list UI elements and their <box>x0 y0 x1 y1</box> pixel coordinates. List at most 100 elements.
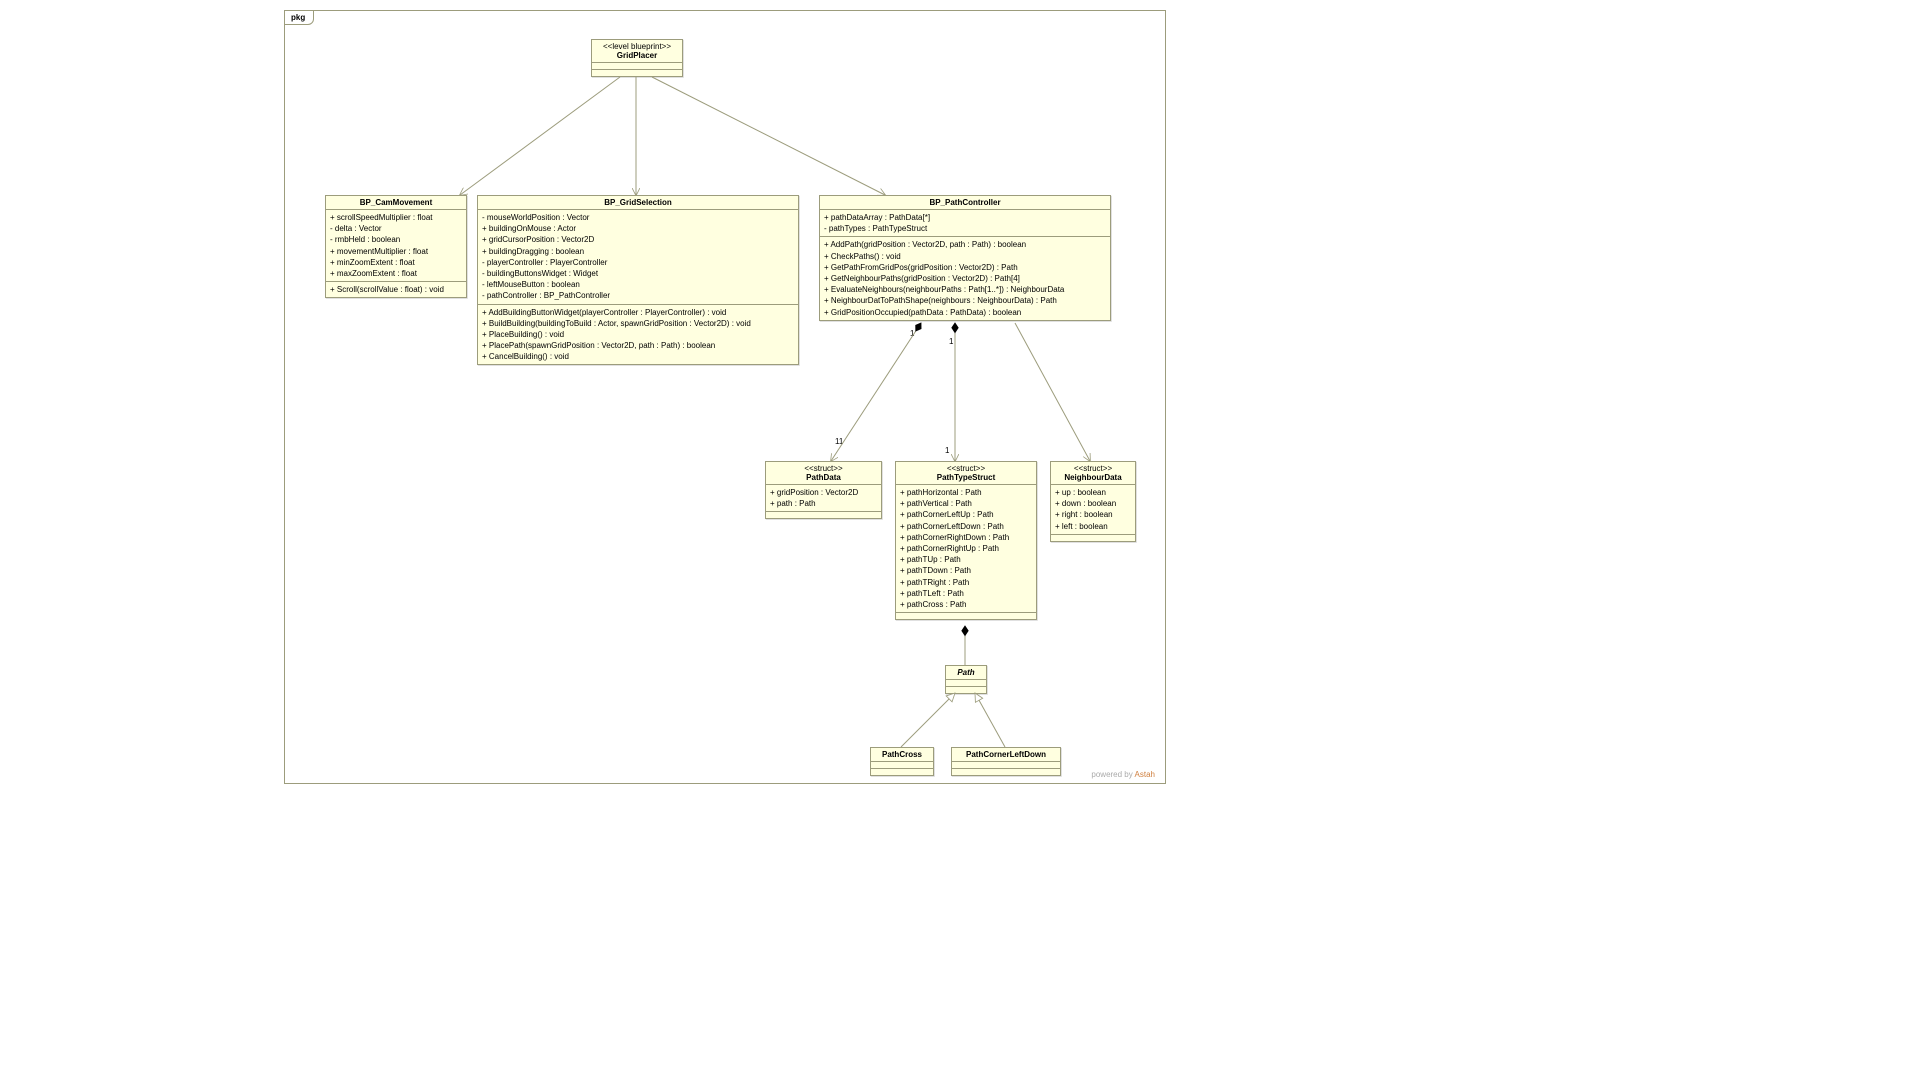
ops-section <box>1051 535 1135 541</box>
powered-prefix: powered by <box>1091 770 1134 779</box>
attr-row: + up : boolean <box>1055 487 1131 498</box>
class-header: Path <box>946 666 986 680</box>
attr-row: + pathCornerRightDown : Path <box>900 532 1032 543</box>
attr-row: + pathDataArray : PathData[*] <box>824 212 1106 223</box>
multiplicity-label: 1 <box>949 337 953 346</box>
attr-row: + pathTLeft : Path <box>900 588 1032 599</box>
op-row: + PlacePath(spawnGridPosition : Vector2D… <box>482 340 794 351</box>
op-row: + EvaluateNeighbours(neighbourPaths : Pa… <box>824 284 1106 295</box>
attr-row: + pathHorizontal : Path <box>900 487 1032 498</box>
op-row: + BuildBuilding(buildingToBuild : Actor,… <box>482 318 794 329</box>
ops-section <box>946 687 986 693</box>
class-pathdata[interactable]: <<struct>> PathData + gridPosition : Vec… <box>765 461 882 519</box>
multiplicity-label: 11 <box>835 437 843 446</box>
multiplicity-label: 1 <box>910 329 914 338</box>
ops-section <box>896 613 1036 619</box>
attr-row: - rmbHeld : boolean <box>330 234 462 245</box>
class-pathcornerleftdown[interactable]: PathCornerLeftDown <box>951 747 1061 776</box>
attr-row: + right : boolean <box>1055 509 1131 520</box>
class-name: GridPlacer <box>596 51 678 60</box>
assoc-gridplacer-cam <box>460 77 620 195</box>
class-header: <<struct>> NeighbourData <box>1051 462 1135 485</box>
attr-row: + pathTDown : Path <box>900 565 1032 576</box>
attr-row: + pathCornerLeftUp : Path <box>900 509 1032 520</box>
powered-by-label: powered by Astah <box>1091 770 1155 779</box>
attrs-section: + pathDataArray : PathData[*] - pathType… <box>820 210 1110 237</box>
ops-section <box>766 512 881 518</box>
attrs-section: - mouseWorldPosition : Vector + building… <box>478 210 798 305</box>
attrs-section <box>871 762 933 769</box>
attrs-section: + scrollSpeedMultiplier : float - delta … <box>326 210 466 282</box>
attr-row: - mouseWorldPosition : Vector <box>482 212 794 223</box>
stereotype-label: <<struct>> <box>900 464 1032 473</box>
attr-row: + pathCross : Path <box>900 599 1032 610</box>
class-header: BP_PathController <box>820 196 1110 210</box>
attrs-section <box>946 680 986 687</box>
powered-name: Astah <box>1135 770 1155 779</box>
attr-row: + pathCornerRightUp : Path <box>900 543 1032 554</box>
op-row: + AddPath(gridPosition : Vector2D, path … <box>824 239 1106 250</box>
class-name: Path <box>950 668 982 677</box>
class-name: BP_GridSelection <box>482 198 794 207</box>
attr-row: + minZoomExtent : float <box>330 257 462 268</box>
class-header: <<level blueprint>> GridPlacer <box>592 40 682 63</box>
attrs-section <box>952 762 1060 769</box>
attr-row: + pathTRight : Path <box>900 577 1032 588</box>
class-neighbourdata[interactable]: <<struct>> NeighbourData + up : boolean … <box>1050 461 1136 542</box>
connectors-svg <box>285 11 1165 783</box>
assoc-gridplacer-pathctrl <box>652 77 885 195</box>
attr-row: + pathCornerLeftDown : Path <box>900 521 1032 532</box>
ops-section: + AddPath(gridPosition : Vector2D, path … <box>820 237 1110 319</box>
diagram-canvas: pkg <<level blueprint>> GridPlacer BP_Ca… <box>0 0 1920 1080</box>
gen-pathcross-path <box>901 693 955 747</box>
attr-row: + down : boolean <box>1055 498 1131 509</box>
class-pathcross[interactable]: PathCross <box>870 747 934 776</box>
op-row: + Scroll(scrollValue : float) : void <box>330 284 462 295</box>
attr-row: - pathController : BP_PathController <box>482 290 794 301</box>
class-pathcontroller[interactable]: BP_PathController + pathDataArray : Path… <box>819 195 1111 321</box>
class-name: PathData <box>770 473 877 482</box>
class-name: PathCornerLeftDown <box>956 750 1056 759</box>
class-header: BP_GridSelection <box>478 196 798 210</box>
attr-row: + pathVertical : Path <box>900 498 1032 509</box>
op-row: + GetPathFromGridPos(gridPosition : Vect… <box>824 262 1106 273</box>
ops-section: + AddBuildingButtonWidget(playerControll… <box>478 305 798 365</box>
class-header: PathCross <box>871 748 933 762</box>
class-name: BP_CamMovement <box>330 198 462 207</box>
ops-section: + Scroll(scrollValue : float) : void <box>326 282 466 297</box>
class-path[interactable]: Path <box>945 665 987 694</box>
attr-row: - pathTypes : PathTypeStruct <box>824 223 1106 234</box>
class-gridselection[interactable]: BP_GridSelection - mouseWorldPosition : … <box>477 195 799 365</box>
class-pathtypestruct[interactable]: <<struct>> PathTypeStruct + pathHorizont… <box>895 461 1037 620</box>
attrs-section: + up : boolean + down : boolean + right … <box>1051 485 1135 535</box>
op-row: + CancelBuilding() : void <box>482 351 794 362</box>
package-tab: pkg <box>284 10 314 25</box>
attr-row: + pathTUp : Path <box>900 554 1032 565</box>
stereotype-label: <<level blueprint>> <box>596 42 678 51</box>
op-row: + CheckPaths() : void <box>824 251 1106 262</box>
class-header: BP_CamMovement <box>326 196 466 210</box>
multiplicity-label: 1 <box>945 446 949 455</box>
attr-row: + left : boolean <box>1055 521 1131 532</box>
attrs-section: + gridPosition : Vector2D + path : Path <box>766 485 881 512</box>
attr-row: + path : Path <box>770 498 877 509</box>
stereotype-label: <<struct>> <box>770 464 877 473</box>
attr-row: + buildingOnMouse : Actor <box>482 223 794 234</box>
class-header: <<struct>> PathTypeStruct <box>896 462 1036 485</box>
attr-row: + gridPosition : Vector2D <box>770 487 877 498</box>
ops-section <box>592 70 682 76</box>
class-name: PathTypeStruct <box>900 473 1032 482</box>
package-frame: pkg <<level blueprint>> GridPlacer BP_Ca… <box>284 10 1166 784</box>
class-cammovement[interactable]: BP_CamMovement + scrollSpeedMultiplier :… <box>325 195 467 298</box>
class-gridplacer[interactable]: <<level blueprint>> GridPlacer <box>591 39 683 77</box>
attr-row: + gridCursorPosition : Vector2D <box>482 234 794 245</box>
attr-row: - buildingButtonsWidget : Widget <box>482 268 794 279</box>
op-row: + PlaceBuilding() : void <box>482 329 794 340</box>
class-name: BP_PathController <box>824 198 1106 207</box>
gen-pathcornerleftdown-path <box>975 693 1005 747</box>
assoc-pathctrl-neighbourdata <box>1015 323 1090 461</box>
op-row: + GetNeighbourPaths(gridPosition : Vecto… <box>824 273 1106 284</box>
attrs-section: + pathHorizontal : Path + pathVertical :… <box>896 485 1036 613</box>
attr-row: - playerController : PlayerController <box>482 257 794 268</box>
attr-row: + movementMultiplier : float <box>330 246 462 257</box>
